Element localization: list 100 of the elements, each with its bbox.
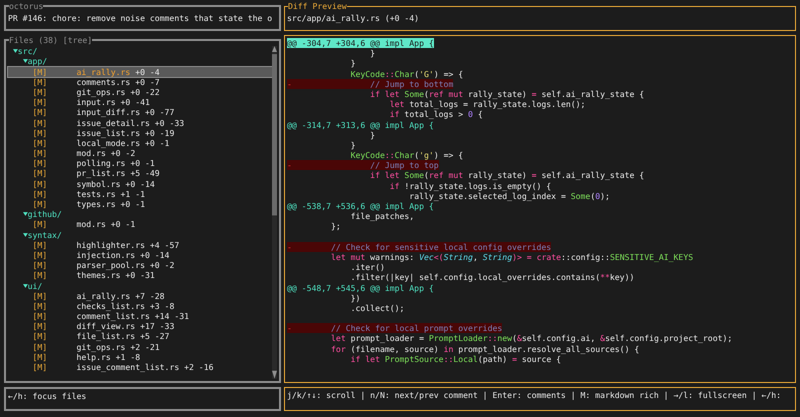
file-name: git_ops.rs xyxy=(76,86,126,98)
key-hint: ←/h: focus files xyxy=(8,390,88,402)
diff-stats: +0 -1 xyxy=(110,219,136,230)
file-row[interactable]: [M] highlighter.rs +4 -57 xyxy=(8,240,272,250)
code-line: .iter() xyxy=(350,262,385,272)
file-row[interactable]: [M] issue_comment_list.rs +2 -16 xyxy=(8,362,272,372)
file-name: types.rs xyxy=(76,199,116,210)
code-line: let total_logs = rally_state.logs.len(); xyxy=(388,99,586,110)
file-row[interactable]: [M] input_diff.rs +0 -77 xyxy=(8,107,272,118)
file-status: [M] xyxy=(32,311,48,322)
file-status: [M] xyxy=(32,321,48,332)
file-row[interactable]: [M] themes.rs +0 -31 xyxy=(8,270,272,281)
panel-title: Files (38) [tree] xyxy=(9,37,92,46)
file-name: symbol.rs xyxy=(76,178,121,189)
folder-name[interactable]: app/ xyxy=(28,56,48,67)
diff-stats: +0 -14 xyxy=(125,178,155,189)
diff-stats: +0 -7 xyxy=(135,76,160,87)
file-name: themes.rs xyxy=(76,270,121,281)
diff-stats: +0 -1 xyxy=(120,199,145,210)
file-name: ai_rally.rs xyxy=(76,66,130,77)
file-status: [M] xyxy=(32,270,48,281)
file-name: local_mode.rs xyxy=(76,138,140,148)
file-row[interactable]: [M] git_ops.rs +2 -21 xyxy=(8,342,272,352)
file-row[interactable]: [M] file_list.rs +5 -27 xyxy=(8,331,272,342)
diff-stats: +0 -31 xyxy=(125,270,155,281)
diff-stats: +1 -1 xyxy=(120,188,145,200)
file-row[interactable]: [M] local_mode.rs +0 -1 xyxy=(8,138,272,148)
file-row[interactable]: [M] input.rs +0 -41 xyxy=(8,97,272,108)
file-row[interactable]: [M] parser_pool.rs +0 -2 xyxy=(8,260,272,270)
file-status: [M] xyxy=(32,260,48,270)
hunk-header[interactable]: @@ -538,7 +536,6 @@ impl App { xyxy=(287,201,434,212)
code-line: } xyxy=(369,48,376,58)
file-status: [M] xyxy=(32,168,48,179)
file-row[interactable]: [M] ai_rally.rs +7 -28 xyxy=(8,290,272,301)
file-row[interactable]: [M] issue_list.rs +0 -19 xyxy=(8,128,272,138)
folder-name[interactable]: github/ xyxy=(28,209,62,220)
file-name: input.rs xyxy=(76,97,116,108)
file-row[interactable]: [M] polling.rs +0 -1 xyxy=(8,158,272,168)
file-row[interactable]: [M] mod.rs +0 -1 xyxy=(8,219,272,230)
file-name: issue_comment_list.rs xyxy=(76,362,180,372)
file-name: parser_pool.rs xyxy=(76,260,145,270)
expanded-triangle-icon[interactable] xyxy=(12,47,18,56)
file-status: [M] xyxy=(32,250,48,260)
file-row[interactable]: [M] ai_rally.rs +0 -4 xyxy=(8,66,272,77)
file-status: [M] xyxy=(32,138,48,148)
file-name: checks_list.rs xyxy=(76,300,145,312)
file-status: [M] xyxy=(32,86,48,98)
file-row[interactable]: [M] git_ops.rs +0 -22 xyxy=(8,86,272,98)
code-line: } xyxy=(350,140,356,150)
file-row[interactable]: [M] injection.rs +0 -14 xyxy=(8,250,272,260)
file-row[interactable]: [M] comment_list.rs +14 -31 xyxy=(8,311,272,322)
file-row[interactable]: [M] issue_detail.rs +0 -33 xyxy=(8,118,272,128)
expanded-triangle-icon[interactable] xyxy=(22,57,28,66)
folder-name[interactable]: ui/ xyxy=(28,280,42,291)
expanded-triangle-icon[interactable] xyxy=(22,282,28,290)
folder-name[interactable]: src/ xyxy=(18,46,38,56)
hunk-header[interactable]: @@ -314,7 +313,6 @@ impl App { xyxy=(287,120,434,130)
code-line: .filter(|key| self.config.local_overrides.contains(**key)) xyxy=(350,272,634,282)
code-line: KeyCode::Char('G') => { xyxy=(350,68,464,79)
expanded-triangle-icon[interactable] xyxy=(22,210,28,218)
diff-stats: +7 -28 xyxy=(135,290,165,301)
file-row[interactable]: [M] checks_list.rs +3 -8 xyxy=(8,300,272,312)
diff-stats: +0 -2 xyxy=(110,148,136,158)
file-row[interactable]: [M] diff_view.rs +17 -33 xyxy=(8,321,272,332)
expanded-triangle-icon[interactable] xyxy=(22,230,28,239)
file-row[interactable]: [M] pr_list.rs +5 -49 xyxy=(8,168,272,179)
diff-stats: +17 -33 xyxy=(140,321,174,332)
file-row[interactable]: [M] symbol.rs +0 -14 xyxy=(8,178,272,189)
diff-stats: +2 -16 xyxy=(184,362,214,372)
code-line: let mut warnings: Vec<(String, String)> = crate::config::SENSITIVE_AI_KEYS xyxy=(330,252,694,262)
scrollbar[interactable] xyxy=(272,46,277,379)
folder-name[interactable]: syntax/ xyxy=(28,230,62,240)
diff-stats: +0 -2 xyxy=(150,260,174,270)
file-status: [M] xyxy=(32,148,48,158)
diff-stats: +0 -41 xyxy=(120,97,150,108)
file-name: mod.rs xyxy=(76,219,106,230)
diff-stats: +0 -1 xyxy=(144,138,170,148)
panel-title: Diff Preview xyxy=(288,2,347,12)
code-line: if let Some(ref mut rally_state) = self.ai_rally_state { xyxy=(369,88,644,100)
file-row[interactable]: [M] mod.rs +0 -2 xyxy=(8,148,272,158)
file-status: [M] xyxy=(32,199,48,210)
file-name: input_diff.rs xyxy=(76,107,140,118)
diff-stats: +5 -27 xyxy=(140,331,170,342)
hunk-header[interactable]: @@ -304,7 +304,6 @@ impl App { xyxy=(287,38,434,48)
file-status: [M] xyxy=(32,342,48,352)
key-hint: j/k/↑↓: scroll | n/N: next/prev comment | Enter: comments | M: markdown rich | →/l: fullscreen | ←/h: xyxy=(287,389,782,400)
file-row[interactable]: [M] types.rs +0 -1 xyxy=(8,199,272,210)
file-name: polling.rs xyxy=(76,158,126,168)
file-row[interactable]: [M] help.rs +1 -8 xyxy=(8,352,272,362)
file-row[interactable]: [M] comments.rs +0 -7 xyxy=(8,76,272,87)
file-status: [M] xyxy=(32,118,48,128)
file-status: [M] xyxy=(32,128,48,138)
file-name: highlighter.rs xyxy=(76,240,145,250)
hunk-header[interactable]: @@ -548,7 +545,6 @@ impl App { xyxy=(287,282,434,293)
file-row[interactable]: [M] tests.rs +1 -1 xyxy=(8,188,272,200)
diff-stats: +1 -8 xyxy=(116,352,140,362)
file-name: help.rs xyxy=(76,352,111,362)
code-line: file_patches, xyxy=(350,211,414,222)
code-line: .collect(); xyxy=(350,302,404,314)
file-status: [M] xyxy=(32,97,48,108)
